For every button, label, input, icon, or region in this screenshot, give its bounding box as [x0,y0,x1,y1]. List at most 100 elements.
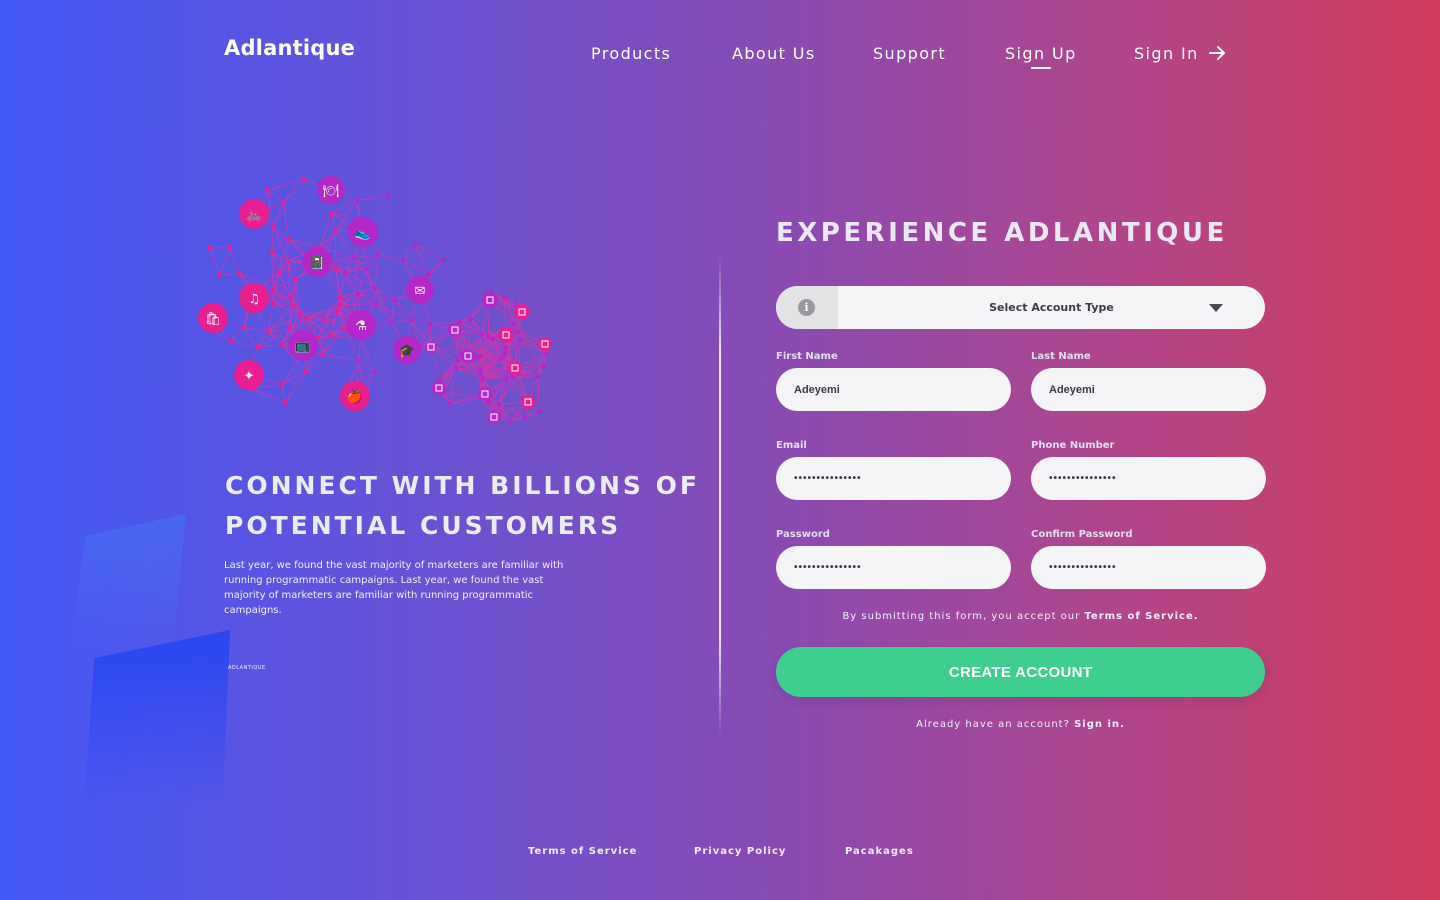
network-dot [477,366,483,372]
network-dot [412,242,418,248]
network-dot [535,373,541,379]
network-dot [440,257,446,263]
network-dot [356,358,362,364]
network-dot [355,291,361,297]
network-dot [457,319,463,325]
network-line [498,403,526,419]
network-dot [254,344,260,350]
info-zone: i [776,286,838,329]
footer-privacy-link[interactable]: Privacy Policy [694,846,786,857]
network-line [256,331,268,348]
network-dot [522,415,528,421]
nav-about-us[interactable]: About Us [732,44,816,63]
first-name-field[interactable] [776,368,1011,411]
network-dot [374,301,379,307]
network-dot [467,316,473,322]
network-dot [447,401,453,407]
small-brand-mark: ADLANTIQUE [228,665,266,671]
password-field[interactable] [776,546,1011,589]
dining-icon: 🍽 [317,176,345,204]
svg-text:📓: 📓 [309,255,325,271]
network-dot [265,187,270,193]
network-line [317,337,324,356]
network-dot [400,257,406,263]
account-type-select[interactable]: i Select Account Type [776,286,1265,329]
network-dot [333,265,339,270]
network-line [377,254,404,261]
svg-text:♫: ♫ [248,292,260,307]
network-line [428,259,444,275]
network-line [374,254,379,288]
confirm-password-field[interactable] [1031,546,1266,589]
network-line [243,326,268,333]
network-dot [455,358,461,363]
network-dot [303,369,309,375]
network-dot [510,322,516,327]
phone-field[interactable] [1031,457,1266,500]
create-account-button[interactable]: CREATE ACCOUNT [776,647,1265,697]
shoe-icon: 👟 [348,217,378,247]
nav-products[interactable]: Products [591,44,671,63]
network-dot [453,365,459,371]
svg-text:✉: ✉ [415,284,426,299]
small-node-icon [508,361,522,375]
confirm-password-label: Confirm Password [1031,529,1133,540]
footer-terms-link[interactable]: Terms of Service [528,846,637,857]
kayak-icon: ✦ [234,360,264,390]
network-line [339,303,377,306]
small-node-icon [487,410,501,424]
network-dot [332,228,338,234]
network-illustration: 🍽 🚲 👟 📓 ♫ ✉ 🛍 ⚗ 📺 🎓 ✦ 🍎 [198,176,552,424]
network-dot [265,329,270,335]
network-dot [496,401,502,407]
small-node-icon [538,337,552,351]
small-node-icon [498,327,514,343]
arrow-right-icon [1209,46,1226,60]
network-line [271,251,274,290]
network-line [331,213,336,232]
network-dot [389,319,394,325]
small-node-icon [461,349,475,363]
network-dot [427,321,433,327]
network-dot [334,308,340,313]
svg-text:📺: 📺 [295,339,311,354]
network-dot [236,270,242,276]
network-dot [478,371,484,377]
network-line [252,388,286,404]
nav-sign-up[interactable]: Sign Up [1005,44,1077,63]
hero-headline-line2: POTENTIAL CUSTOMERS [225,511,622,540]
network-line [281,383,286,404]
network-dot [285,258,291,264]
first-name-label: First Name [776,351,838,362]
footer-packages-link[interactable]: Pacakages [845,846,914,857]
network-dot [503,349,508,355]
network-line [376,299,396,305]
small-node-icon [478,387,492,401]
svg-text:👟: 👟 [355,226,371,241]
tv-icon: 📺 [288,330,318,360]
network-dot [329,210,335,216]
network-dot [502,295,508,300]
nav-sign-in[interactable]: Sign In [1134,44,1226,63]
network-dot [207,245,212,251]
network-line [267,178,304,191]
shopping-bag-icon: 🛍 [198,303,228,333]
caret-down-icon [1209,304,1223,312]
network-line [365,254,379,270]
network-line [218,247,231,276]
terms-link[interactable]: Terms of Service. [1084,611,1198,622]
signin-link[interactable]: Sign in. [1074,719,1125,730]
network-dot [276,269,282,275]
last-name-field[interactable] [1031,368,1266,411]
svg-text:🍎: 🍎 [347,388,363,405]
network-line [358,338,361,362]
account-type-label: Select Account Type [989,301,1114,314]
nav-support[interactable]: Support [873,44,946,63]
email-field[interactable] [776,457,1011,500]
email-icon: ✉ [406,276,434,304]
network-dot [474,355,480,361]
network-dot [297,311,303,317]
network-dot [503,345,509,350]
network-line [208,247,220,276]
network-line [449,397,481,405]
